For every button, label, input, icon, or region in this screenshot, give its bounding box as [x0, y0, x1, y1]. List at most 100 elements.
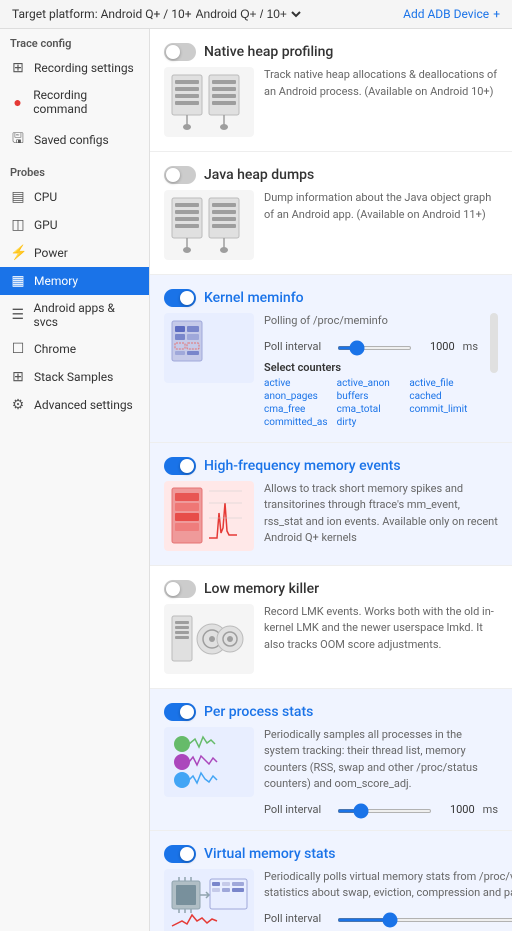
kernel-meminfo-image — [167, 316, 252, 381]
header: Target platform: Android Q+ / 10+ Androi… — [0, 0, 512, 29]
java-heap-image — [167, 193, 252, 258]
sidebar-item-cpu[interactable]: ▤ CPU — [0, 183, 149, 211]
gpu-icon: ◫ — [10, 217, 26, 233]
counter-dirty[interactable]: dirty — [337, 417, 406, 428]
sidebar-item-label: Recording settings — [34, 61, 134, 75]
sidebar-item-label: Saved configs — [34, 133, 109, 147]
probe-per-process-stats: Per process stats Periodically sampl — [150, 689, 512, 831]
counter-commit-limit[interactable]: commit_limit — [409, 404, 478, 415]
per-process-stats-toggle[interactable] — [164, 703, 196, 721]
kernel-meminfo-right: Polling of /proc/meminfo Poll interval 1… — [264, 313, 478, 428]
probe-low-memory-killer: Low memory killer — [150, 566, 512, 689]
sidebar-item-saved-configs[interactable]: 🖫 Saved configs — [0, 122, 149, 158]
sidebar-item-label: Advanced settings — [34, 398, 133, 412]
poll-slider-container — [337, 912, 512, 925]
native-heap-toggle[interactable] — [164, 43, 196, 61]
kernel-meminfo-toggle[interactable] — [164, 289, 196, 307]
java-heap-description: Dump information about the Java object g… — [264, 190, 498, 260]
probe-kernel-meminfo-body: Polling of /proc/meminfo Poll interval 1… — [164, 313, 498, 428]
probes-label: Probes — [0, 158, 149, 183]
sidebar-item-gpu[interactable]: ◫ GPU — [0, 211, 149, 239]
virtual-memory-stats-toggle[interactable] — [164, 845, 196, 863]
poll-unit: ms — [483, 803, 498, 816]
high-freq-memory-icon-area — [164, 481, 254, 551]
sidebar-item-label: Stack Samples — [34, 370, 113, 384]
poll-unit: ms — [463, 340, 478, 353]
counter-active-file[interactable]: active_file — [409, 378, 478, 389]
per-process-stats-image — [167, 729, 252, 794]
add-device-button[interactable]: Add ADB Device + — [403, 7, 500, 21]
counter-active[interactable]: active — [264, 378, 333, 389]
counter-active-anon[interactable]: active_anon — [337, 378, 406, 389]
probe-high-freq-memory: High-frequency memory events — [150, 443, 512, 566]
per-process-poll-row: Poll interval 1000 ms — [264, 803, 498, 816]
kernel-meminfo-poll-slider[interactable] — [337, 346, 412, 350]
virtual-memory-stats-image — [167, 871, 252, 931]
counter-anon-pages[interactable]: anon_pages — [264, 391, 333, 402]
probe-java-heap-header: Java heap dumps — [164, 166, 498, 184]
counter-cma-total[interactable]: cma_total — [337, 404, 406, 415]
sidebar-item-advanced-settings[interactable]: ⚙ Advanced settings — [0, 391, 149, 419]
scrollbar — [490, 313, 498, 373]
sidebar-item-android-apps[interactable]: ☰ Android apps & svcs — [0, 295, 149, 335]
low-memory-killer-icon-area — [164, 604, 254, 674]
virtual-memory-poll-slider[interactable] — [337, 918, 512, 922]
low-memory-killer-image — [167, 606, 252, 671]
virtual-memory-poll-row: Poll interval 1000 ms — [264, 912, 512, 925]
sidebar-item-recording-command[interactable]: ● Recording command — [0, 82, 149, 122]
probe-per-process-stats-body: Periodically samples all processes in th… — [164, 727, 498, 816]
android-apps-icon: ☰ — [10, 307, 26, 323]
sidebar-item-label: CPU — [34, 190, 57, 204]
content-area: Native heap profiling — [150, 29, 512, 931]
platform-select[interactable]: Android Q+ / 10+ — [192, 6, 304, 22]
sidebar-item-stack-samples[interactable]: ⊞ Stack Samples — [0, 363, 149, 391]
probe-high-freq-memory-header: High-frequency memory events — [164, 457, 498, 475]
java-heap-toggle[interactable] — [164, 166, 196, 184]
cpu-icon: ▤ — [10, 189, 26, 205]
sidebar-item-label: GPU — [34, 218, 58, 232]
high-freq-memory-toggle[interactable] — [164, 457, 196, 475]
virtual-memory-stats-icon-area — [164, 869, 254, 932]
sidebar-item-power[interactable]: ⚡ Power — [0, 239, 149, 267]
probe-native-heap: Native heap profiling — [150, 29, 512, 152]
poll-slider-container — [337, 340, 412, 353]
counter-committed-as[interactable]: committed_as — [264, 417, 333, 428]
sidebar-item-memory[interactable]: ▦ Memory — [0, 267, 149, 295]
kernel-meminfo-title: Kernel meminfo — [204, 290, 304, 306]
counter-cached[interactable]: cached — [409, 391, 478, 402]
low-memory-killer-toggle[interactable] — [164, 580, 196, 598]
sidebar-item-label: Android apps & svcs — [34, 301, 139, 329]
stack-samples-icon: ⊞ — [10, 369, 26, 385]
per-process-poll-value: 1000 — [440, 803, 475, 816]
sidebar-item-chrome[interactable]: ☐ Chrome — [0, 335, 149, 363]
per-process-poll-slider[interactable] — [337, 809, 432, 813]
sidebar-item-label: Power — [34, 246, 68, 260]
probe-java-heap: Java heap dumps — [150, 152, 512, 275]
per-process-stats-icon-area — [164, 727, 254, 797]
java-heap-title: Java heap dumps — [204, 167, 314, 183]
add-icon: + — [493, 7, 500, 21]
recording-settings-icon: ⊞ — [10, 60, 26, 76]
sidebar-item-label: Recording command — [33, 88, 139, 116]
advanced-settings-icon: ⚙ — [10, 397, 26, 413]
main-layout: Trace config ⊞ Recording settings ● Reco… — [0, 29, 512, 931]
counter-buffers[interactable]: buffers — [337, 391, 406, 402]
java-heap-icon-area — [164, 190, 254, 260]
sidebar-item-recording-settings[interactable]: ⊞ Recording settings — [0, 54, 149, 82]
probe-native-heap-header: Native heap profiling — [164, 43, 498, 61]
probe-virtual-memory-stats-body: Periodically polls virtual memory stats … — [164, 869, 498, 932]
poll-label: Poll interval — [264, 340, 329, 353]
sidebar: Trace config ⊞ Recording settings ● Reco… — [0, 29, 150, 931]
low-memory-killer-description: Record LMK events. Works both with the o… — [264, 604, 498, 674]
high-freq-memory-description: Allows to track short memory spikes and … — [264, 481, 498, 551]
high-freq-memory-title: High-frequency memory events — [204, 458, 401, 474]
counter-cma-free[interactable]: cma_free — [264, 404, 333, 415]
trace-config-label: Trace config — [0, 29, 149, 54]
per-process-stats-right: Periodically samples all processes in th… — [264, 727, 498, 816]
add-device-label: Add ADB Device — [403, 7, 489, 21]
memory-icon: ▦ — [10, 273, 26, 289]
native-heap-icon-area — [164, 67, 254, 137]
chrome-icon: ☐ — [10, 341, 26, 357]
virtual-memory-stats-title: Virtual memory stats — [204, 846, 335, 862]
poll-label: Poll interval — [264, 803, 329, 816]
